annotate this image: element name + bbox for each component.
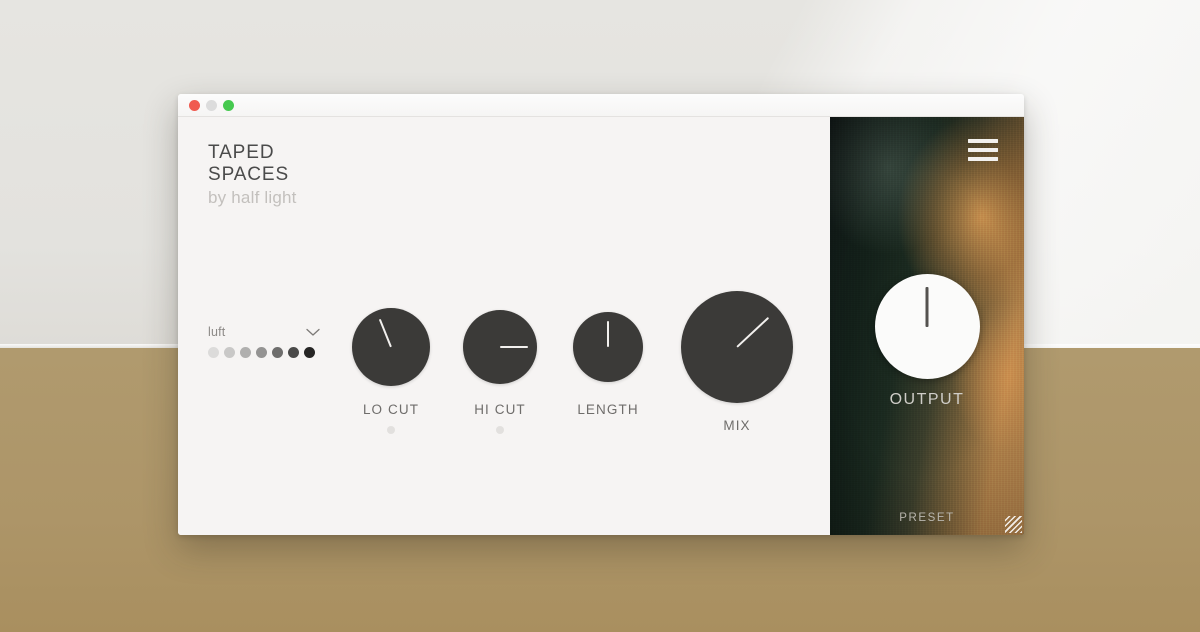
main-panel: TAPED SPACES by half light luft LO CUT HI: [178, 117, 830, 535]
knob-group-length: LENGTH: [538, 312, 678, 417]
chevron-down-icon[interactable]: [306, 328, 320, 337]
preset-dot-1[interactable]: [208, 347, 219, 358]
knob-indicator-dot-hi-cut[interactable]: [496, 426, 504, 434]
preset-dot-4[interactable]: [256, 347, 267, 358]
knob-lo-cut[interactable]: [352, 308, 430, 386]
minimize-button[interactable]: [206, 99, 217, 111]
zoom-button[interactable]: [223, 99, 234, 111]
knob-pointer-lo-cut: [378, 318, 392, 348]
knob-hi-cut[interactable]: [463, 310, 537, 384]
knob-indicator-dot-lo-cut[interactable]: [387, 426, 395, 434]
menu-bar-2: [968, 148, 998, 152]
resize-grip-icon[interactable]: [1005, 516, 1022, 533]
hamburger-menu-icon[interactable]: [968, 139, 998, 161]
product-title-line1: TAPED: [208, 142, 275, 163]
knob-label-mix: MIX: [723, 418, 751, 433]
knob-pointer-mix: [736, 316, 770, 348]
menu-bar-3: [968, 157, 998, 161]
product-title-line2: SPACES: [208, 164, 290, 185]
desktop-background: TAPED SPACES by half light luft LO CUT HI: [0, 0, 1200, 632]
output-knob-pointer: [925, 286, 929, 327]
branding: TAPED SPACES by half light: [208, 142, 297, 208]
window-controls: [189, 99, 234, 111]
product-byline: by half light: [208, 188, 297, 207]
preset-level-dots[interactable]: [208, 347, 320, 358]
preset-selector[interactable]: luft: [208, 325, 320, 358]
menu-bar-1: [968, 139, 998, 143]
preset-dot-2[interactable]: [224, 347, 235, 358]
close-button[interactable]: [189, 99, 200, 111]
knob-label-length: LENGTH: [577, 402, 639, 417]
knob-mix[interactable]: [681, 291, 793, 403]
knob-group-mix: MIX: [667, 291, 807, 433]
preset-name-label: luft: [208, 325, 226, 339]
preset-footer-label[interactable]: PRESET: [830, 512, 1024, 524]
output-knob-label: OUTPUT: [889, 391, 965, 408]
output-knob[interactable]: [874, 274, 980, 379]
preset-dot-6[interactable]: [288, 347, 299, 358]
knob-pointer-hi-cut: [500, 346, 528, 348]
window-titlebar[interactable]: [178, 94, 1024, 117]
preset-dot-7[interactable]: [304, 347, 315, 358]
preset-dot-5[interactable]: [272, 347, 283, 358]
knob-pointer-length: [607, 321, 609, 347]
artwork-panel: OUTPUT PRESET: [830, 117, 1024, 535]
preset-dot-3[interactable]: [240, 347, 251, 358]
plugin-window: TAPED SPACES by half light luft LO CUT HI: [178, 94, 1024, 535]
knob-length[interactable]: [573, 312, 643, 382]
output-knob-group: OUTPUT: [830, 274, 1024, 409]
preset-selector-row[interactable]: luft: [208, 325, 320, 339]
